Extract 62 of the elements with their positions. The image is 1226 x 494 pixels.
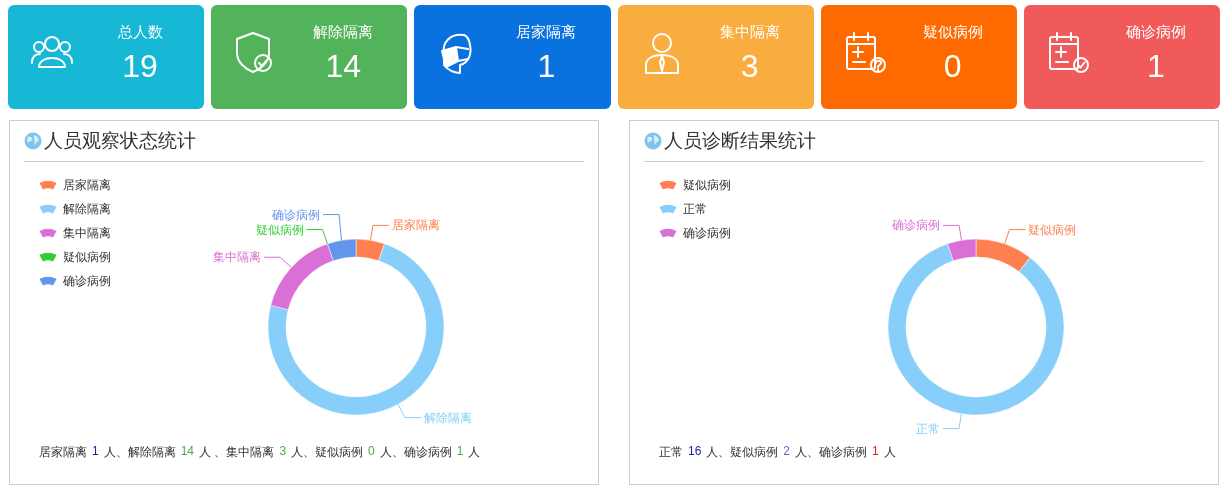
summary-unit: 人 bbox=[883, 444, 896, 461]
stat-label: 居家隔离 bbox=[516, 22, 577, 42]
leader-line bbox=[397, 403, 422, 419]
globe-icon bbox=[24, 132, 42, 150]
summary-unit: 人 bbox=[468, 444, 481, 461]
legend-label[interactable]: 疑似病例 bbox=[63, 248, 111, 266]
stat-label: 确诊病例 bbox=[1125, 22, 1186, 42]
leader-line bbox=[263, 256, 292, 268]
legend-label[interactable]: 确诊病例 bbox=[683, 224, 731, 242]
slice-label: 确诊病例 bbox=[892, 218, 941, 233]
legend-label[interactable]: 集中隔离 bbox=[63, 224, 111, 242]
summary-unit: 人、 bbox=[291, 444, 316, 461]
summary-label: 解除隔离 bbox=[127, 444, 176, 461]
summary-unit: 人、 bbox=[379, 444, 404, 461]
stat-label: 解除隔离 bbox=[313, 22, 374, 42]
legend-label[interactable]: 疑似病例 bbox=[683, 176, 731, 194]
leader-line bbox=[942, 224, 962, 241]
panel-title: 人员诊断结果统计 bbox=[664, 129, 816, 153]
summary-count: 3 bbox=[279, 444, 287, 460]
legend-label[interactable]: 解除隔离 bbox=[63, 200, 111, 218]
slice-label: 确诊病例 bbox=[272, 207, 321, 222]
summary-unit: 人、 bbox=[795, 444, 820, 461]
legend-label[interactable]: 居家隔离 bbox=[63, 176, 111, 194]
slice-label: 居家隔离 bbox=[391, 218, 440, 233]
stat-value: 19 bbox=[122, 47, 158, 86]
summary-count: 14 bbox=[180, 444, 195, 460]
slice-label: 正常 bbox=[916, 421, 940, 436]
leader-line bbox=[1004, 229, 1026, 245]
leader-line bbox=[942, 413, 962, 430]
summary-label: 确诊病例 bbox=[403, 444, 452, 461]
summary-unit: 人、 bbox=[103, 444, 128, 461]
summary-count: 1 bbox=[92, 444, 99, 460]
summary-label: 疑似病例 bbox=[730, 444, 779, 461]
stat-label: 疑似病例 bbox=[922, 22, 983, 42]
summary-count: 2 bbox=[783, 444, 791, 460]
summary-label: 疑似病例 bbox=[315, 444, 364, 461]
legend-label[interactable]: 确诊病例 bbox=[63, 272, 111, 290]
stat-value: 3 bbox=[740, 47, 759, 86]
summary-label: 居家隔离 bbox=[39, 444, 87, 461]
summary-label: 确诊病例 bbox=[819, 444, 868, 461]
slice-label: 疑似病例 bbox=[255, 222, 304, 237]
stat-label: 集中隔离 bbox=[719, 22, 780, 42]
slice-label: 集中隔离 bbox=[213, 250, 262, 265]
summary-count: 16 bbox=[688, 444, 702, 460]
leader-line bbox=[370, 224, 390, 241]
summary-unit: 人 、 bbox=[199, 444, 227, 461]
summary-unit: 人、 bbox=[706, 444, 731, 461]
legend-label[interactable]: 正常 bbox=[683, 200, 707, 218]
stat-label: 总人数 bbox=[117, 22, 163, 42]
summary-count: 1 bbox=[872, 444, 879, 460]
summary-count: 1 bbox=[456, 444, 464, 460]
slice-label: 解除隔离 bbox=[424, 410, 472, 425]
slice-label: 疑似病例 bbox=[1028, 222, 1077, 237]
summary-label: 正常 bbox=[659, 444, 683, 461]
summary-count: 0 bbox=[368, 444, 375, 460]
panel-title: 人员观察状态统计 bbox=[44, 129, 196, 153]
stat-value: 14 bbox=[325, 47, 362, 86]
summary-label: 集中隔离 bbox=[226, 444, 275, 461]
globe-icon bbox=[644, 132, 662, 150]
stat-value: 0 bbox=[943, 47, 962, 86]
stat-value: 1 bbox=[537, 47, 556, 86]
stat-value: 1 bbox=[1147, 47, 1165, 86]
